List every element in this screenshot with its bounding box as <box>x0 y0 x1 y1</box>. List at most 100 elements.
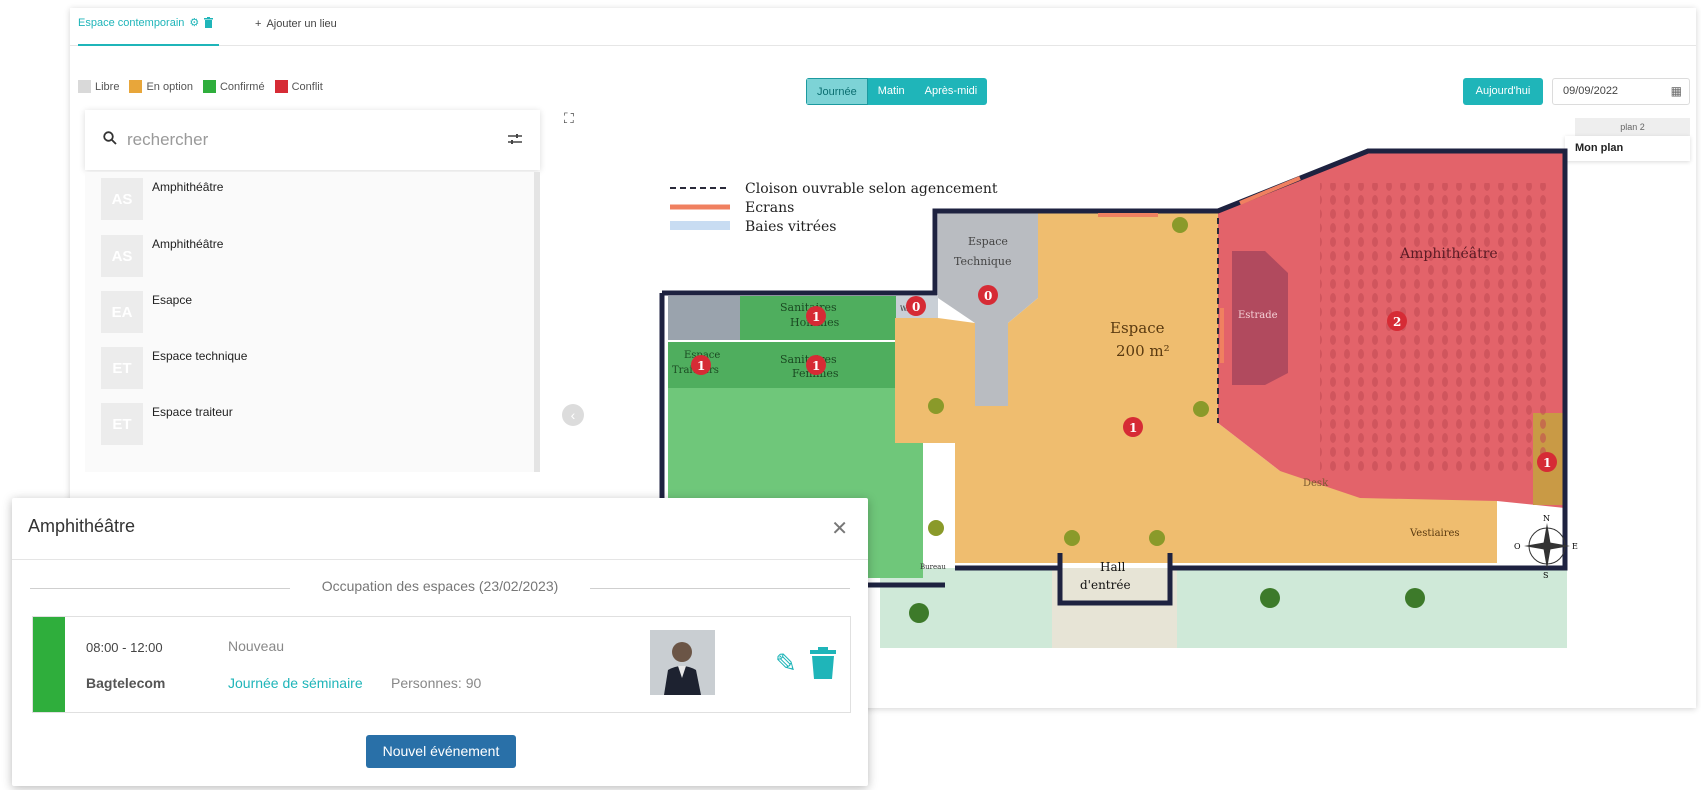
legend-swatch <box>129 80 143 93</box>
list-item[interactable]: AS Amphithéâtre <box>101 235 223 277</box>
period-journee[interactable]: Journée <box>806 78 868 105</box>
space-name: Amphithéâtre <box>152 237 224 251</box>
list-item[interactable]: ET Espace traiteur <box>101 403 233 445</box>
period-apres-midi[interactable]: Après-midi <box>915 78 988 105</box>
tab-label: Espace contemporain <box>78 17 185 29</box>
plan-legend-label: Ecrans <box>745 200 794 216</box>
screen: { "tabs": { "active_label": "Espace cont… <box>0 0 1701 790</box>
marker-count: 0 <box>984 289 992 303</box>
venue-tabbar: Espace contemporain ⚙ + Ajouter un lieu <box>70 8 1696 46</box>
fullscreen-icon[interactable]: ⛶ <box>564 110 574 127</box>
marker-count: 1 <box>1543 456 1551 470</box>
room-label: Technique <box>954 255 1011 268</box>
add-venue-label: Ajouter un lieu <box>266 18 337 30</box>
marker-count: 1 <box>812 310 820 324</box>
legend-label: Libre <box>95 80 120 93</box>
marker-count: 1 <box>812 359 820 373</box>
room-label: Estrade <box>1238 310 1278 321</box>
space-avatar: ET <box>101 403 143 445</box>
contact-photo <box>650 630 715 695</box>
trash-icon[interactable] <box>809 647 837 679</box>
list-item[interactable]: AS Amphithéâtre <box>101 178 223 220</box>
space-name: Esapce <box>152 293 193 307</box>
list-item[interactable]: EA Esapce <box>101 291 192 333</box>
list-scrollbar[interactable] <box>534 172 540 472</box>
room-label: 200 m² <box>1116 342 1170 360</box>
space-details-modal: Amphithéâtre ✕ Occupation des espaces (2… <box>12 498 868 786</box>
space-avatar: AS <box>101 178 143 220</box>
space-name: Amphithéâtre <box>152 180 224 194</box>
close-icon[interactable]: ✕ <box>831 516 848 541</box>
amphi-seating <box>1320 183 1550 473</box>
plan-legend-label: Baies vitrées <box>745 219 837 235</box>
space-name: Espace traiteur <box>152 405 233 419</box>
plan-legend-label: Cloison ouvrable selon agencement <box>745 181 998 197</box>
space-avatar: EA <box>101 291 143 333</box>
space-list: AS Amphithéâtre AS Amphithéâtre EA Esapc… <box>85 172 540 472</box>
legend-item-confirme: Confirmé <box>202 80 265 93</box>
event-type-link[interactable]: Journée de séminaire <box>228 675 363 691</box>
compass-label: S <box>1543 571 1548 580</box>
room-label: Vestiaires <box>1409 528 1460 539</box>
marker-count: 2 <box>1393 315 1401 329</box>
tab-espace-contemporain[interactable]: Espace contemporain ⚙ <box>78 8 220 46</box>
occupation-divider: Occupation des espaces (23/02/2023) <box>30 578 850 598</box>
gear-icon[interactable]: ⚙ <box>189 17 199 30</box>
legend-label: Confirmé <box>219 80 265 93</box>
period-matin[interactable]: Matin <box>868 78 915 105</box>
legend-item-option: En option <box>129 80 193 93</box>
search-icon <box>103 130 127 150</box>
event-card[interactable]: 08:00 - 12:00 Nouveau Bagtelecom Journée… <box>32 616 851 713</box>
event-status-bar <box>33 617 65 712</box>
pencil-icon[interactable]: ✎ <box>775 648 797 679</box>
list-item[interactable]: ET Espace technique <box>101 347 247 389</box>
room-label: Espace <box>1110 319 1165 337</box>
legend-swatch <box>274 80 288 93</box>
marker-count: 0 <box>912 300 920 314</box>
event-time: 08:00 - 12:00 <box>86 640 163 655</box>
room-label: Amphithéâtre <box>1399 246 1498 262</box>
search-input[interactable]: rechercher <box>127 130 508 150</box>
trash-icon[interactable] <box>204 17 214 32</box>
modal-header: Amphithéâtre ✕ <box>12 498 868 560</box>
date-field[interactable]: 09/09/2022 ▦ <box>1552 78 1690 105</box>
event-status: Nouveau <box>228 638 285 654</box>
marker-count: 1 <box>1129 421 1137 435</box>
new-event-button[interactable]: Nouvel événement <box>366 735 516 768</box>
room-label: Bureau <box>920 563 946 571</box>
occupation-label: Occupation des espaces (23/02/2023) <box>321 578 559 594</box>
modal-title: Amphithéâtre <box>28 516 136 536</box>
space-avatar: ET <box>101 347 143 389</box>
space-avatar: AS <box>101 235 143 277</box>
room-label: Desk <box>1303 478 1329 489</box>
date-value: 09/09/2022 <box>1563 85 1619 97</box>
room-label: Hall <box>1100 560 1125 574</box>
legend-label: Conflit <box>291 80 323 93</box>
plus-icon: + <box>255 18 262 30</box>
marker-count: 1 <box>697 359 705 373</box>
event-client: Bagtelecom <box>86 675 166 691</box>
legend-swatch <box>202 80 216 93</box>
room-label: Espace <box>968 235 1008 248</box>
status-legend: Libre En option Confirmé Conflit <box>78 80 323 93</box>
compass-label: O <box>1514 542 1521 551</box>
room-label: d'entrée <box>1080 578 1131 592</box>
space-search-bar: rechercher <box>85 110 540 170</box>
today-button[interactable]: Aujourd'hui <box>1463 78 1543 105</box>
period-selector: Journée Matin Après-midi <box>806 78 988 105</box>
legend-item-libre: Libre <box>78 80 119 93</box>
event-people: Personnes: 90 <box>391 675 482 691</box>
room-storage <box>668 296 740 340</box>
legend-swatch <box>78 80 91 93</box>
add-venue-button[interactable]: + Ajouter un lieu <box>255 18 337 30</box>
compass-label: N <box>1543 514 1550 523</box>
legend-window-swatch <box>670 221 730 230</box>
filter-sliders-icon[interactable] <box>508 132 522 148</box>
compass-label: E <box>1572 542 1578 551</box>
calendar-icon[interactable]: ▦ <box>1671 79 1682 104</box>
legend-label: En option <box>146 80 193 93</box>
collapse-panel-button[interactable]: ‹ <box>562 404 584 426</box>
garden-area <box>880 568 1567 648</box>
space-name: Espace technique <box>152 349 248 363</box>
legend-item-conflit: Conflit <box>274 80 323 93</box>
